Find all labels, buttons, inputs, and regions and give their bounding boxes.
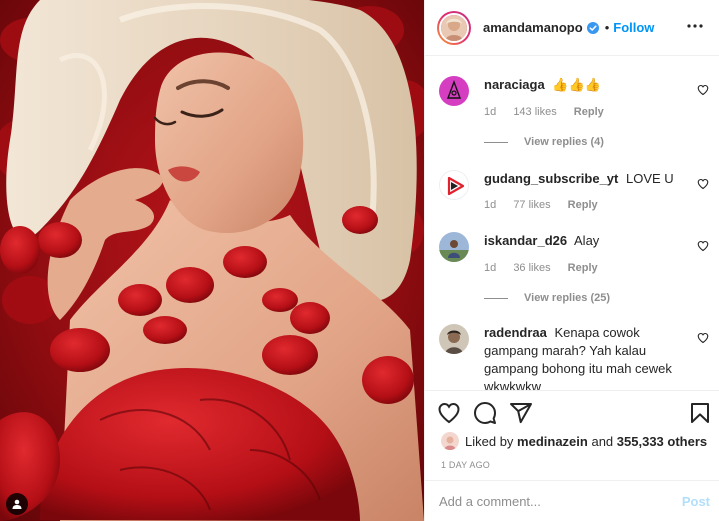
- tagged-user-button[interactable]: [6, 493, 28, 515]
- post-header: amandamanopo • Follow: [425, 0, 719, 56]
- comment-time: 1d: [484, 106, 497, 118]
- liker-avatar-image: [441, 432, 459, 450]
- likes-summary: Liked by medinazein and 355,333 others: [441, 432, 707, 450]
- add-comment-bar: Post: [425, 480, 719, 521]
- comment-text: LOVE U: [626, 171, 674, 186]
- comment-username[interactable]: iskandar_d26: [484, 233, 567, 248]
- view-replies-button[interactable]: View replies (4): [484, 136, 604, 148]
- comment-username[interactable]: naraciaga: [484, 77, 545, 92]
- comment-avatar[interactable]: [439, 170, 469, 200]
- comment-like-icon[interactable]: [697, 84, 709, 96]
- comment-input[interactable]: [439, 493, 682, 509]
- comment-body: gudang_subscribe_yt LOVE U: [484, 170, 684, 188]
- comment-username[interactable]: radendraa: [484, 325, 547, 340]
- more-options-icon[interactable]: [686, 17, 704, 35]
- photo-illustration: [0, 0, 424, 521]
- comment-meta: 1d 77 likes Reply: [484, 199, 612, 211]
- heart-icon[interactable]: [437, 401, 461, 425]
- author-username[interactable]: amandamanopo: [483, 20, 583, 35]
- author-avatar-image: [441, 14, 467, 41]
- comment-text: Alay: [574, 233, 600, 248]
- comment-likes[interactable]: 143 likes: [513, 106, 556, 118]
- comment-avatar-image: [439, 232, 469, 262]
- comment-likes[interactable]: 77 likes: [513, 199, 550, 211]
- post-comment-button[interactable]: Post: [682, 494, 710, 509]
- comment-time: 1d: [484, 199, 497, 211]
- comments-list[interactable]: naraciaga 👍👍👍 1d 143 likes Reply View re…: [425, 57, 719, 390]
- liker-avatar[interactable]: [441, 432, 459, 450]
- comment-avatar-image: [440, 171, 468, 199]
- comment-like-icon[interactable]: [697, 178, 709, 190]
- action-bar: [425, 390, 719, 430]
- comment-avatar-image: [439, 324, 469, 354]
- comment-body: naraciaga 👍👍👍: [484, 76, 684, 94]
- view-replies-label: View replies (25): [524, 292, 611, 304]
- comment-meta: 1d 36 likes Reply: [484, 262, 612, 274]
- comment-avatar-image: [439, 76, 469, 106]
- post-timestamp[interactable]: 1 DAY AGO: [441, 460, 490, 470]
- comment-meta: 1d 143 likes Reply: [484, 106, 618, 118]
- likes-prefix: Liked by: [465, 433, 514, 449]
- comment-body: iskandar_d26 Alay: [484, 232, 684, 250]
- likes-others[interactable]: 355,333 others: [617, 434, 707, 449]
- comment-text: 👍👍👍: [552, 77, 601, 92]
- reply-button[interactable]: Reply: [568, 262, 598, 274]
- person-tag-icon: [12, 499, 22, 509]
- comment-time: 1d: [484, 262, 497, 274]
- comment-avatar[interactable]: [439, 76, 469, 106]
- follow-button[interactable]: Follow: [613, 20, 654, 35]
- comment-avatar[interactable]: [439, 324, 469, 354]
- post-panel: amandamanopo • Follow naraciaga 👍👍👍 1d 1…: [424, 0, 719, 521]
- view-replies-label: View replies (4): [524, 136, 604, 148]
- header-separator: •: [604, 20, 610, 35]
- post-photo[interactable]: [0, 0, 424, 521]
- comment-icon[interactable]: [473, 401, 497, 425]
- verified-badge-icon: [586, 21, 599, 34]
- comment-like-icon[interactable]: [697, 240, 709, 252]
- replies-divider: [484, 297, 508, 299]
- bookmark-icon[interactable]: [688, 401, 712, 425]
- comment-like-icon[interactable]: [697, 332, 709, 344]
- reply-button[interactable]: Reply: [568, 199, 598, 211]
- comment-avatar[interactable]: [439, 232, 469, 262]
- replies-divider: [484, 141, 508, 143]
- liker-username[interactable]: medinazein: [517, 434, 588, 449]
- comment-username[interactable]: gudang_subscribe_yt: [484, 171, 618, 186]
- comment-body: radendraa Kenapa cowok gampang marah? Ya…: [484, 324, 684, 390]
- reply-button[interactable]: Reply: [574, 106, 604, 118]
- share-icon[interactable]: [509, 401, 533, 425]
- likes-and: and: [591, 433, 614, 449]
- view-replies-button[interactable]: View replies (25): [484, 292, 610, 304]
- author-avatar[interactable]: [437, 10, 471, 45]
- comment-likes[interactable]: 36 likes: [513, 262, 550, 274]
